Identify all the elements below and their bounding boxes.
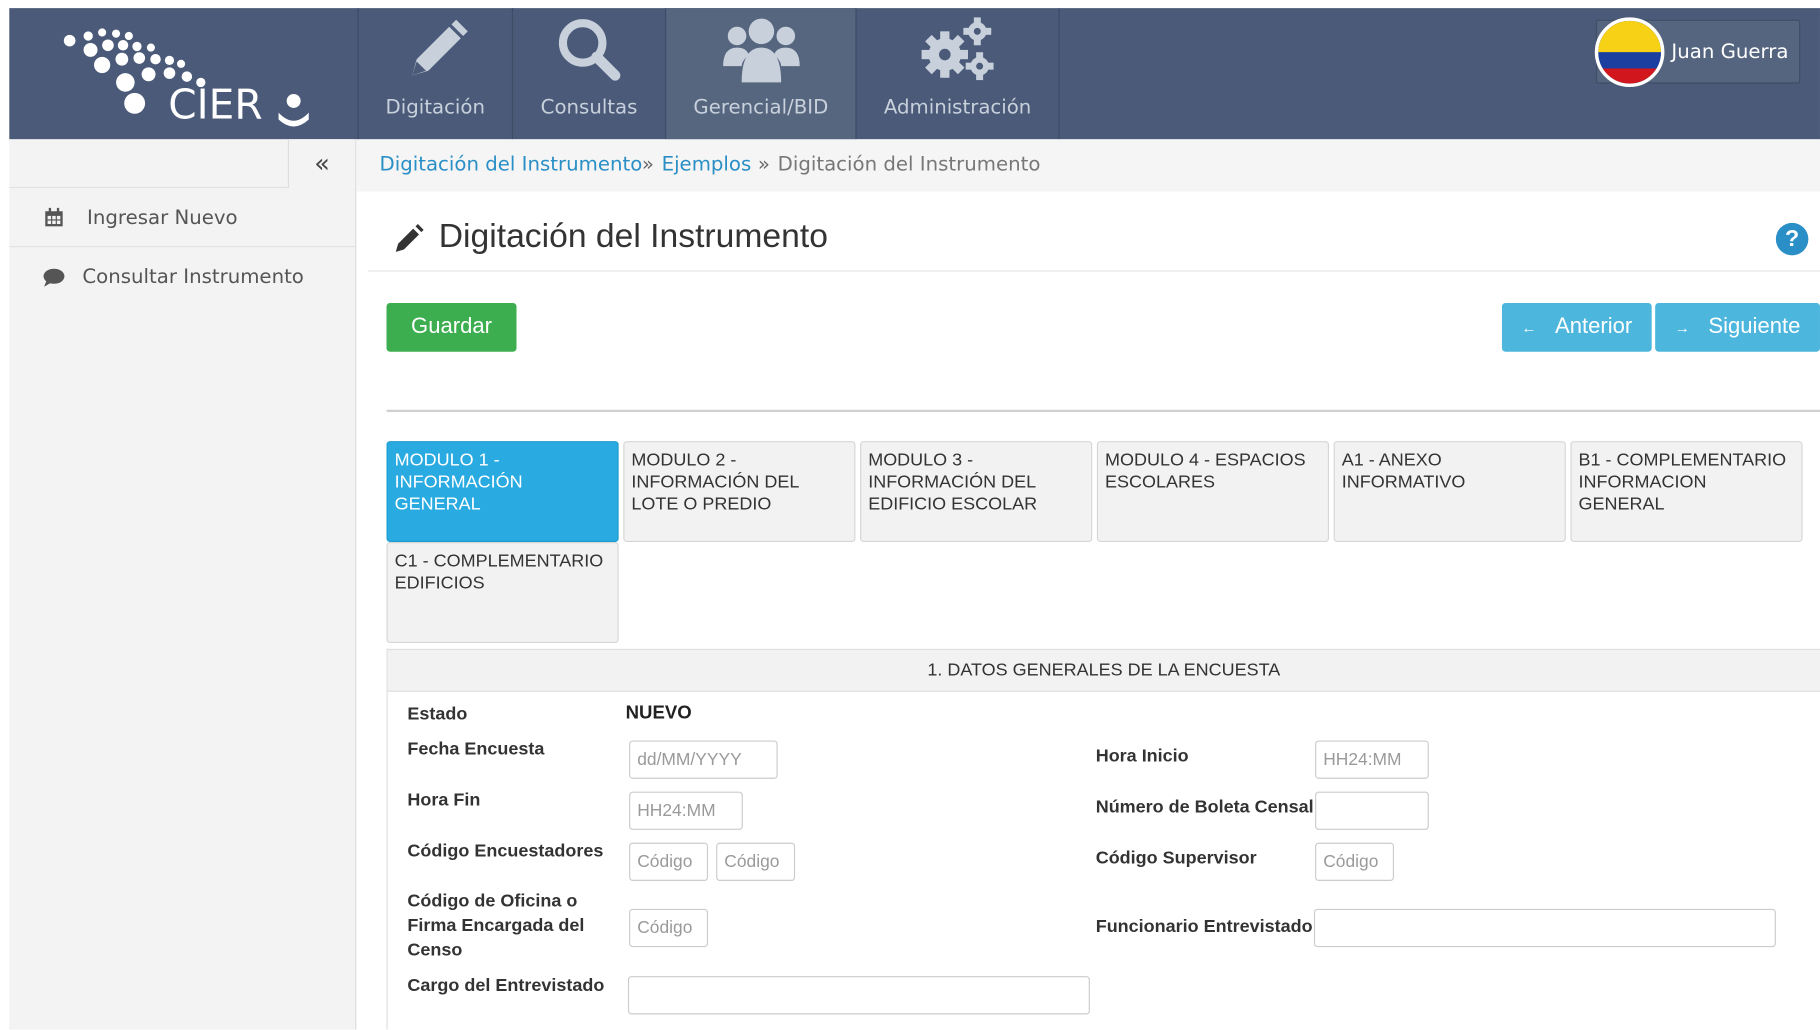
cier-logo[interactable]: CIER (9, 8, 357, 139)
next-label: Siguiente (1708, 314, 1801, 339)
next-button[interactable]: → Siguiente (1655, 302, 1820, 352)
arrow-left-icon: ← (1521, 318, 1537, 337)
user-name: Juan Guerra (1671, 40, 1789, 64)
top-navbar: CIER Digitación Consultas Gerencial/BID … (9, 8, 1820, 140)
page: { "header": { "logo_text": "CIER", "nav"… (0, 0, 1820, 1030)
sidebar-item-ingresar-nuevo[interactable]: Ingresar Nuevo (9, 189, 357, 248)
tab-modulo-3[interactable]: MODULO 3 - INFORMACIÓN DEL EDIFICIO ESCO… (860, 441, 1093, 543)
divider (367, 270, 1820, 272)
comment-icon (42, 268, 65, 287)
pencil-icon (400, 8, 470, 85)
sidebar: « Ingresar Nuevo Consultar Instrumento (9, 139, 357, 1030)
nav-administracion[interactable]: Administración (857, 8, 1059, 139)
sidebar-item-label: Consultar Instrumento (82, 265, 304, 290)
breadcrumb-link[interactable]: Digitación del Instrumento (380, 153, 643, 176)
breadcrumb-link[interactable]: Ejemplos (662, 153, 752, 176)
logo-text: CIER (168, 82, 263, 129)
arrow-right-icon: → (1674, 318, 1690, 337)
gears-icon (917, 8, 998, 85)
nav-label: Gerencial/BID (693, 96, 829, 120)
nav-gerencial[interactable]: Gerencial/BID (666, 8, 856, 140)
hora-fin-input[interactable] (629, 791, 743, 830)
hora-fin-label: Hora Fin (407, 790, 481, 811)
left-strip (0, 0, 10, 1030)
calendar-icon (42, 207, 65, 228)
tab-c1[interactable]: C1 - COMPLEMENTARIO EDIFICIOS (386, 542, 619, 644)
boleta-censal-input[interactable] (1315, 791, 1429, 830)
help-icon[interactable]: ? (1775, 222, 1809, 256)
codigo-supervisor-input[interactable] (1315, 842, 1395, 881)
tab-modulo-4[interactable]: MODULO 4 - ESPACIOS ESCOLARES (1096, 441, 1330, 543)
hora-inicio-input[interactable] (1315, 740, 1429, 779)
tab-b1[interactable]: B1 - COMPLEMENTARIO INFORMACION GENERAL (1570, 441, 1803, 543)
logo-person-icon (278, 94, 309, 127)
codigo-encuestadores-label: Código Encuestadores (407, 841, 604, 862)
breadcrumb-separator: » (641, 153, 654, 177)
tab-modulo-2[interactable]: MODULO 2 - INFORMACIÓN DEL LOTE O PREDIO (623, 441, 856, 543)
app-root: { "header": { "logo_text": "CIER", "nav"… (0, 0, 1820, 1030)
sidebar-item-consultar-instrumento[interactable]: Consultar Instrumento (9, 248, 356, 306)
tab-a1[interactable]: A1 - ANEXO INFORMATIVO (1333, 441, 1566, 543)
breadcrumb-current: Digitación del Instrumento (777, 153, 1041, 177)
previous-button[interactable]: ← Anterior (1501, 302, 1652, 352)
page-title: Digitación del Instrumento (438, 218, 828, 256)
fecha-encuesta-label: Fecha Encuesta (407, 739, 545, 760)
colombia-flag-avatar (1594, 17, 1665, 88)
pencil-icon (392, 223, 424, 261)
breadcrumb-separator: » (757, 153, 771, 177)
codigo-encuestador-1-input[interactable] (629, 842, 709, 881)
cargo-entrevistado-input[interactable] (627, 976, 1090, 1015)
nav-label: Digitación (385, 96, 485, 120)
funcionario-entrevistado-input[interactable] (1313, 908, 1776, 948)
nav-separator (1058, 8, 1060, 140)
save-button[interactable]: Guardar (386, 302, 517, 352)
codigo-supervisor-label: Código Supervisor (1095, 848, 1257, 869)
previous-label: Anterior (1555, 314, 1633, 339)
tab-modulo-1[interactable]: MODULO 1 - INFORMACIÓN GENERAL (386, 441, 619, 543)
nav-consultas[interactable]: Consultas (513, 8, 665, 139)
search-icon (554, 8, 624, 85)
section-title: 1. DATOS GENERALES DE LA ENCUESTA (387, 649, 1820, 692)
divider (386, 409, 1820, 413)
codigo-oficina-input[interactable] (629, 908, 709, 948)
nav-label: Administración (883, 96, 1032, 120)
codigo-encuestador-2-input[interactable] (716, 842, 796, 881)
nav-digitacion[interactable]: Digitación (359, 8, 512, 139)
estado-label: Estado (407, 704, 468, 725)
fecha-encuesta-input[interactable] (629, 740, 778, 779)
breadcrumb: Digitación del Instrumento » Ejemplos » … (356, 139, 1820, 192)
estado-value: NUEVO (625, 703, 692, 724)
collapse-sidebar-button[interactable]: « (287, 139, 356, 189)
nav-label: Consultas (540, 96, 638, 120)
hora-inicio-label: Hora Inicio (1095, 746, 1189, 767)
cargo-entrevistado-label: Cargo del Entrevistado (407, 976, 605, 996)
sidebar-item-label: Ingresar Nuevo (87, 206, 238, 230)
boleta-censal-label: Número de Boleta Censal (1095, 797, 1314, 818)
user-menu[interactable]: Juan Guerra (1594, 17, 1801, 88)
users-icon (720, 8, 801, 85)
funcionario-entrevistado-label: Funcionario Entrevistado (1095, 916, 1313, 937)
codigo-oficina-label: Código de Oficina o Firma Encargada del … (407, 891, 585, 960)
sidebar-top: « (9, 139, 357, 189)
